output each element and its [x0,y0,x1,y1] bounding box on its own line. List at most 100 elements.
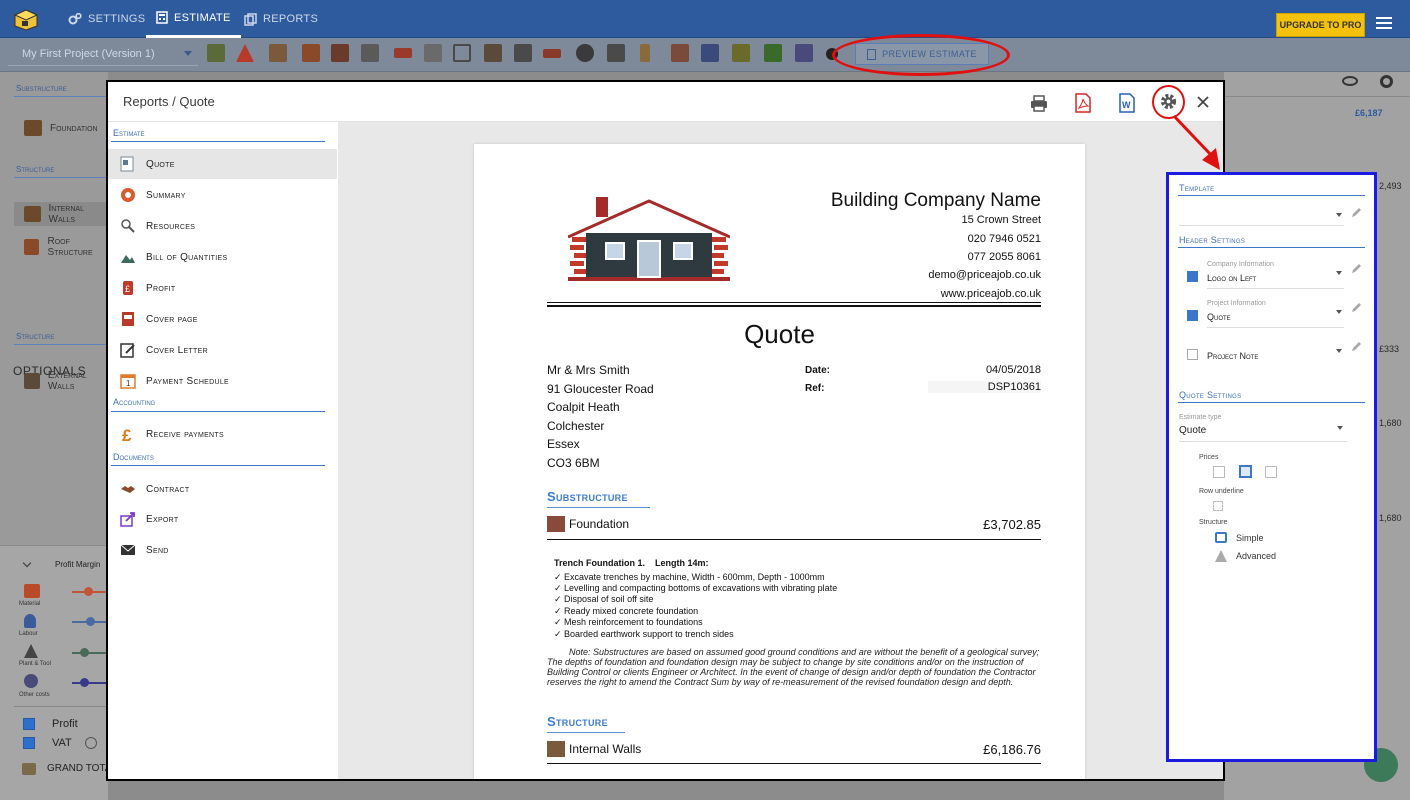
client-address-line: CO3 6BM [547,456,600,470]
project-note-value[interactable]: Project Note [1207,351,1258,361]
tiling-tool-icon[interactable] [701,44,719,62]
menu-item-cover-letter[interactable]: Cover Letter [108,335,337,365]
word-icon[interactable]: W [1118,93,1136,113]
project-select-value: My First Project (Version 1) [22,47,155,60]
prices-option-all-icon[interactable] [1265,466,1277,478]
detail-bullet: ✓ Boarded earthwork support to trench si… [554,629,734,639]
hamburger-menu-icon[interactable] [1376,17,1392,31]
excavation-tool-icon[interactable] [302,44,320,62]
menu-item-contract[interactable]: Contract [108,474,337,504]
menu-item-profit[interactable]: £ Profit [108,273,337,303]
menu-item-payment-schedule[interactable]: 1 Payment Schedule [108,366,337,396]
project-info-checkbox[interactable] [1187,310,1198,321]
slider-knob[interactable] [80,678,89,687]
joinery-tool-icon[interactable] [640,44,650,62]
app-logo-icon[interactable] [14,9,38,31]
divider [111,411,325,412]
bg-item-foundation[interactable]: Foundation [24,120,98,136]
pdf-icon[interactable] [1074,93,1092,113]
bg-item-roof-structure[interactable]: Roof Structure [24,236,108,258]
bg-item-external-walls[interactable]: External Walls [24,370,108,392]
structure-option-advanced[interactable]: Advanced [1236,551,1276,561]
upgrade-to-pro-button[interactable]: UPGRADE TO PRO [1276,13,1365,37]
menu-item-label: Resources [146,220,196,232]
template-select[interactable] [1179,225,1344,226]
scaffold-tool-icon[interactable] [732,44,750,62]
edit-pencil-icon[interactable] [1350,263,1362,275]
row-underline-toggle-icon[interactable] [1213,501,1223,511]
chevron-down-icon[interactable] [22,558,32,568]
menu-item-cover-page[interactable]: Cover page [108,304,337,334]
chevron-down-icon[interactable] [1337,426,1343,430]
materials-tool-icon[interactable] [207,44,225,62]
roofing-tool-icon[interactable] [543,49,561,58]
bg-item-internal-walls[interactable]: Internal Walls [14,202,108,226]
chevron-down-icon[interactable] [1336,213,1342,217]
company-info-checkbox[interactable] [1187,271,1198,282]
estimate-type-sublabel: Estimate type [1179,414,1222,421]
edit-pencil-icon[interactable] [1350,207,1362,219]
brick-tool-icon[interactable] [394,48,412,58]
estimate-type-select[interactable] [1179,441,1347,442]
plumbing-tool-icon[interactable] [607,44,625,62]
chevron-down-icon[interactable] [1336,349,1342,353]
chevron-down-icon[interactable] [1336,271,1342,275]
window-tool-icon[interactable] [453,44,471,62]
section-header-structure: Structure [16,165,55,174]
edit-pencil-icon[interactable] [1350,302,1362,314]
report-preview-area[interactable]: Building Company Name 15 Crown Street 02… [338,122,1223,779]
foundation-icon [547,516,565,532]
profit-icon: £ [123,281,133,295]
electrics-tool-icon[interactable] [576,44,594,62]
company-logo-house [568,197,730,281]
menu-item-export[interactable]: Export [108,504,337,534]
structure-simple-icon[interactable] [1215,532,1227,543]
vat-checkbox[interactable] [23,737,35,749]
profit-checkbox[interactable] [23,718,35,730]
company-website: www.priceajob.co.uk [940,288,1041,300]
garden-tool-icon[interactable] [764,44,782,62]
door-tool-icon[interactable] [484,44,502,62]
chevron-down-icon[interactable] [1336,310,1342,314]
project-select[interactable]: My First Project (Version 1) [8,42,198,66]
other-costs-margin-slider[interactable] [72,682,106,684]
print-icon[interactable] [1030,93,1048,113]
slider-knob[interactable] [84,587,93,596]
hammer-tool-icon[interactable] [514,44,532,62]
estimate-type-value[interactable]: Quote [1179,425,1206,436]
company-info-value[interactable]: Logo on Left [1207,273,1256,283]
walls-tool-icon[interactable] [331,44,349,62]
close-icon[interactable] [1196,95,1210,109]
prices-label: Prices [1199,454,1219,461]
menu-item-label: Quote [146,158,175,170]
menu-item-send[interactable]: Send [108,535,337,565]
prices-option-none-icon[interactable] [1213,466,1225,478]
flooring-tool-icon[interactable] [671,44,689,62]
nav-estimate[interactable]: ESTIMATE [146,0,241,38]
eye-icon[interactable] [1342,76,1358,86]
info-icon[interactable] [85,737,97,749]
cover-letter-icon [120,343,135,358]
edit-pencil-icon[interactable] [1350,341,1362,353]
menu-item-summary[interactable]: Summary [108,180,337,210]
slider-knob[interactable] [80,648,89,657]
nav-reports[interactable]: REPORTS [244,0,318,38]
menu-item-quote[interactable]: Quote [108,149,337,179]
other-costs-tool-icon[interactable] [795,44,813,62]
structure-advanced-icon[interactable] [1215,550,1227,562]
nav-settings[interactable]: SETTINGS [68,0,145,38]
tool-icon[interactable] [269,44,287,62]
menu-item-resources[interactable]: Resources [108,211,337,241]
menu-item-receive-payments[interactable]: £ Receive payments [108,419,337,449]
roof-tool-icon[interactable] [361,44,379,62]
project-note-checkbox[interactable] [1187,349,1198,360]
structure-option-simple[interactable]: Simple [1236,533,1264,543]
prices-option-selected-icon[interactable] [1239,465,1252,478]
slider-knob[interactable] [86,617,95,626]
plant-margin-slider[interactable] [72,652,106,654]
project-info-value[interactable]: Quote [1207,312,1231,322]
menu-item-bill-of-quantities[interactable]: Bill of Quantities [108,242,337,272]
warning-tool-icon[interactable] [236,44,254,62]
plaster-tool-icon[interactable] [424,44,442,62]
gear-icon[interactable] [1380,75,1393,88]
